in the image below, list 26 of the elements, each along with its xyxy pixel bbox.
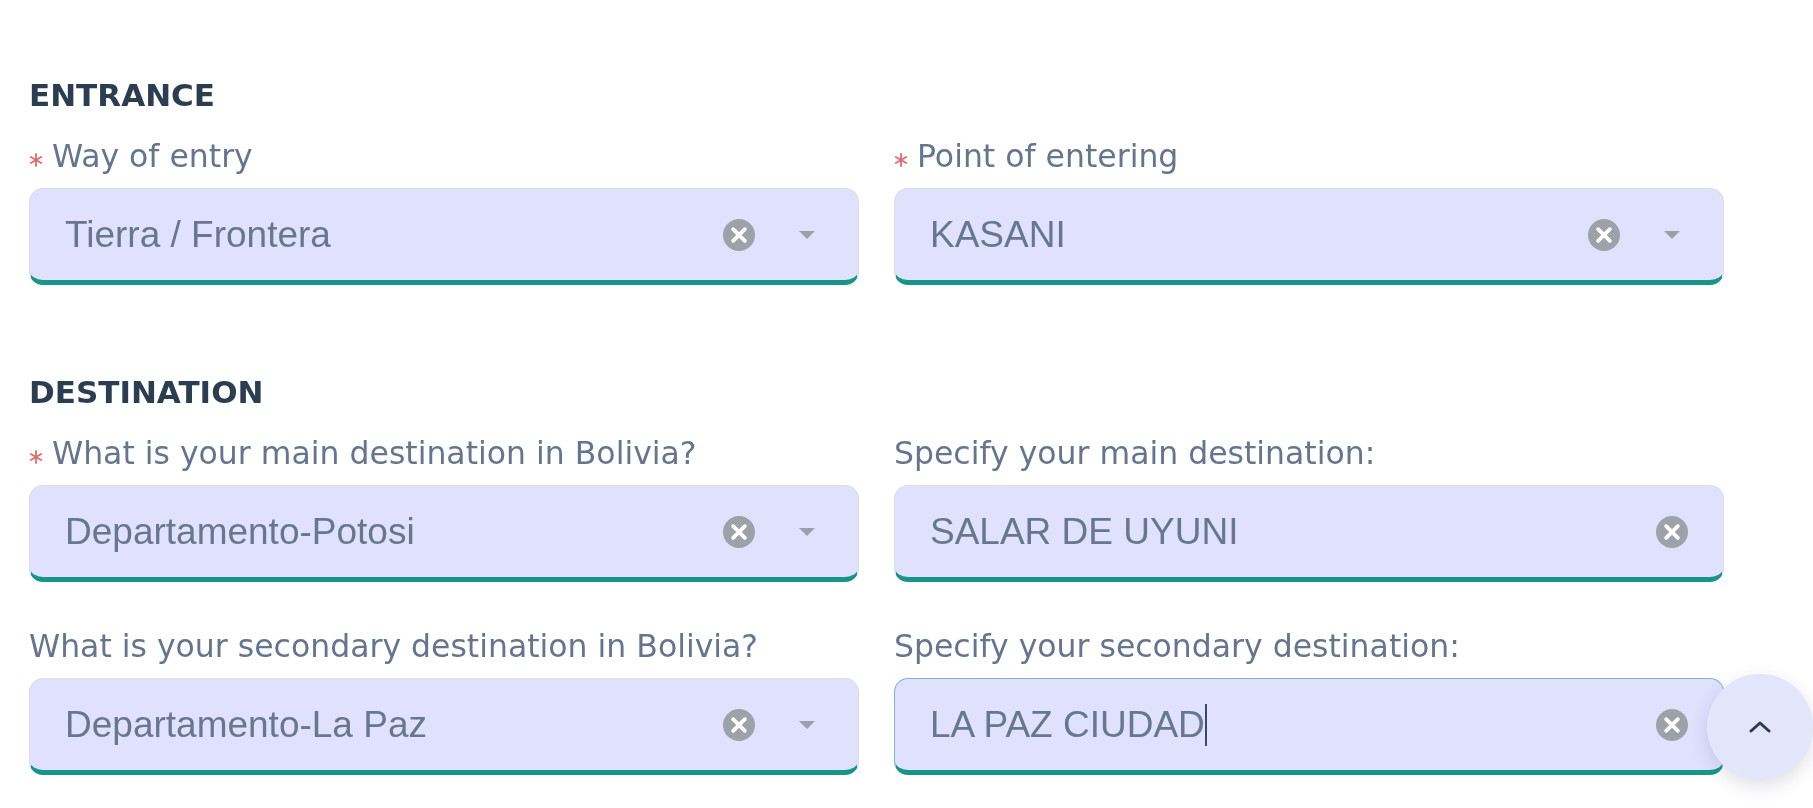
- select-field[interactable]: Departamento-Potosi: [29, 485, 859, 582]
- text-field[interactable]: LA PAZ CIUDAD: [894, 678, 1724, 775]
- caret-icon: [799, 720, 815, 729]
- text-cursor-icon: [1204, 703, 1207, 746]
- caret-icon: [1664, 230, 1680, 239]
- text-field[interactable]: SALAR DE UYUNI: [894, 485, 1724, 582]
- caret-icon: [799, 527, 815, 536]
- field-label: Point of entering: [917, 137, 1179, 176]
- select-field[interactable]: KASANI: [894, 188, 1724, 285]
- select-field[interactable]: Departamento-La Paz: [29, 678, 859, 775]
- clear-icon[interactable]: [723, 218, 755, 251]
- field-label: Specify your secondary destination:: [894, 627, 1460, 666]
- clear-icon[interactable]: [1588, 218, 1620, 251]
- field-label: Specify your main destination:: [894, 434, 1376, 473]
- section-heading: ENTRANCE: [29, 76, 215, 115]
- caret-icon: [799, 230, 815, 239]
- field-label: Way of entry: [52, 137, 253, 176]
- clear-icon[interactable]: [1656, 708, 1688, 741]
- select-field[interactable]: Tierra / Frontera: [29, 188, 859, 285]
- clear-icon[interactable]: [1656, 515, 1688, 548]
- field-label: What is your main destination in Bolivia?: [52, 434, 697, 473]
- chevron-up-icon: [1749, 721, 1771, 733]
- section-heading: DESTINATION: [29, 373, 264, 412]
- field-label: What is your secondary destination in Bolivia?: [29, 627, 759, 666]
- clear-icon[interactable]: [723, 515, 755, 548]
- clear-icon[interactable]: [723, 708, 755, 741]
